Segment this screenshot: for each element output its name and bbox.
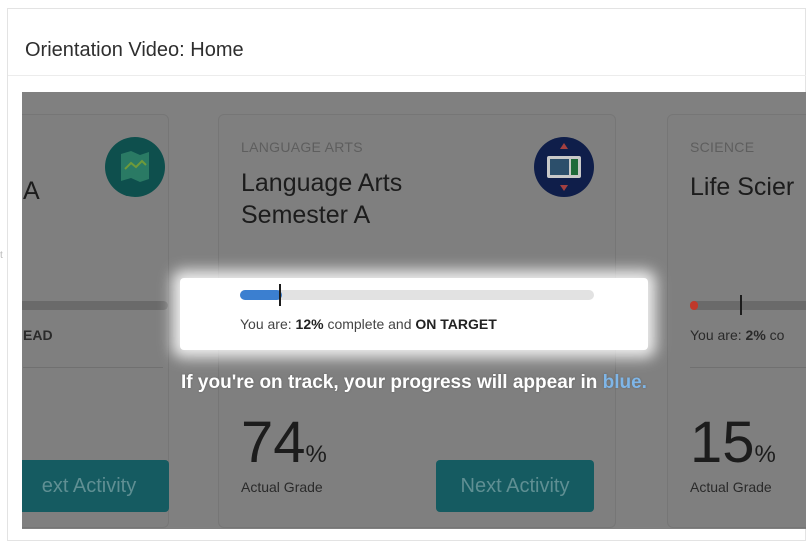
page-title: Orientation Video: Home <box>25 39 244 61</box>
progress-status-text: You are: 12% complete and ON TARGET <box>240 316 497 332</box>
next-activity-button-left[interactable]: ext Activity <box>22 460 169 512</box>
target-marker <box>279 284 281 306</box>
video-caption: If you're on track, your progress will a… <box>181 372 647 393</box>
status-text-science: You are: 2% co <box>690 327 785 343</box>
course-title-line1: Language Arts <box>241 169 403 197</box>
course-title: Language Arts Semester A <box>241 167 402 231</box>
progress-track-left <box>22 301 168 310</box>
card-divider-left <box>23 367 163 368</box>
grade-number: 74 <box>241 410 306 475</box>
progress-track <box>240 284 594 306</box>
course-card-science[interactable]: SCIENCE Life Scier You are: 2% co 15% Ac… <box>667 114 806 528</box>
stray-edge-text: t <box>0 250 3 261</box>
course-title-science: Life Scier <box>690 173 795 201</box>
target-marker-science <box>740 295 742 315</box>
subject-label: LANGUAGE ARTS <box>241 139 363 155</box>
card-divider-science <box>690 367 806 368</box>
progress-fill <box>240 290 282 300</box>
progress-track-science <box>690 301 806 310</box>
video-frame[interactable]: A EAD ext Activity LANGUAGE ARTS Languag… <box>22 92 806 529</box>
actual-grade-label: Actual Grade <box>241 479 323 495</box>
map-icon <box>105 137 165 197</box>
course-card-left[interactable]: A EAD ext Activity <box>22 114 169 528</box>
next-activity-button[interactable]: Next Activity <box>436 460 594 512</box>
progress-dot-science <box>690 301 698 310</box>
course-title-left: A <box>23 177 40 205</box>
header-divider <box>8 75 806 76</box>
progress-spotlight: You are: 12% complete and ON TARGET <box>180 278 648 350</box>
subject-label-science: SCIENCE <box>690 139 755 155</box>
actual-grade-label-science: Actual Grade <box>690 479 772 495</box>
status-text-left: EAD <box>23 327 53 343</box>
actual-grade-value: 74% <box>241 413 327 485</box>
monitor-icon <box>534 137 594 197</box>
course-title-line2: Semester A <box>241 201 371 229</box>
actual-grade-value-science: 15% <box>690 410 776 475</box>
grade-unit: % <box>305 441 327 468</box>
